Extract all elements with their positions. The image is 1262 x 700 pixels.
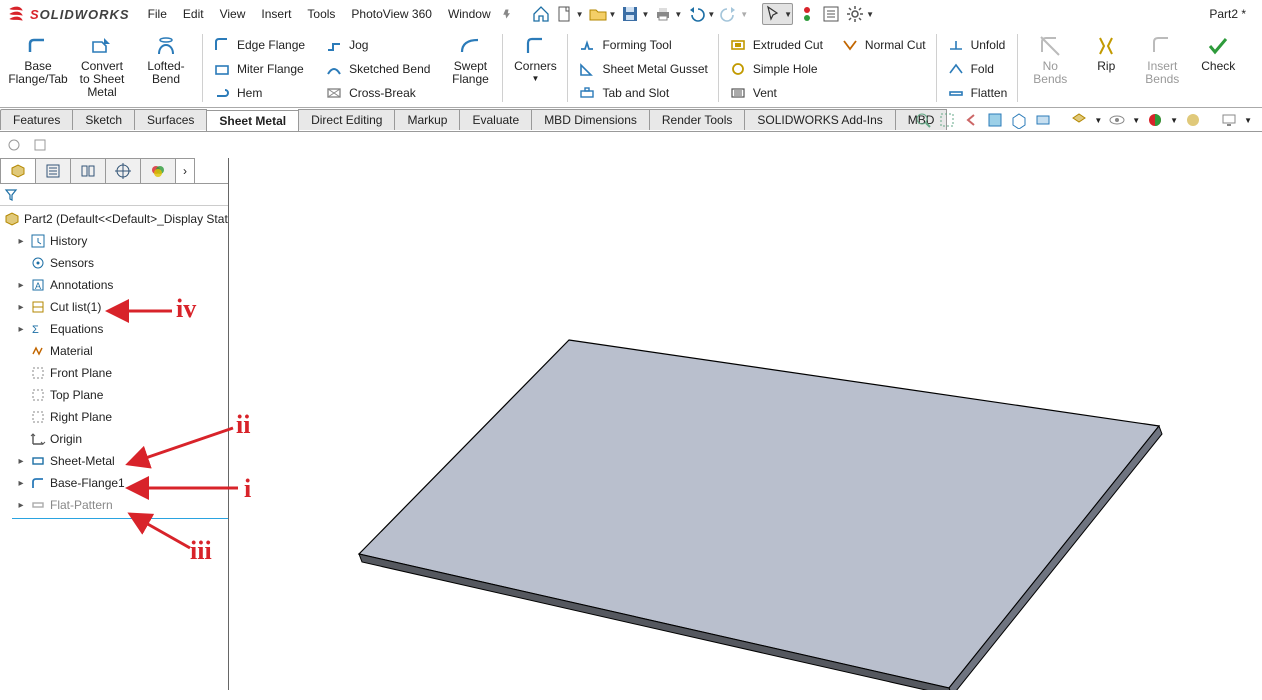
- flatten-button[interactable]: Flatten: [941, 82, 1014, 104]
- display-style-icon[interactable]: [1034, 111, 1052, 129]
- view-orientation-icon[interactable]: [1010, 111, 1028, 129]
- new-document-button[interactable]: ▼: [555, 4, 584, 24]
- traffic-light-icon[interactable]: [797, 4, 817, 24]
- unfold-button[interactable]: Unfold: [941, 34, 1014, 56]
- settings-button[interactable]: ▼: [845, 4, 874, 24]
- document-name: Part2 *: [1209, 7, 1256, 21]
- sketched-bend-button[interactable]: Sketched Bend: [319, 58, 436, 80]
- home-icon[interactable]: [531, 4, 551, 24]
- pin-icon[interactable]: [501, 8, 513, 20]
- menu-photoview360[interactable]: PhotoView 360: [351, 7, 432, 21]
- annotation-i: i: [244, 474, 251, 504]
- print-button[interactable]: ▼: [653, 4, 682, 24]
- eye-icon[interactable]: [1108, 111, 1126, 129]
- hide-show-icon[interactable]: [1070, 111, 1088, 129]
- menu-window[interactable]: Window: [448, 7, 491, 21]
- sheet-top-face: [359, 340, 1159, 688]
- scene-icon[interactable]: [1184, 111, 1202, 129]
- extruded-cut-button[interactable]: Extruded Cut: [723, 34, 829, 56]
- fold-button[interactable]: Fold: [941, 58, 1014, 80]
- annotation-arrows: [0, 0, 300, 700]
- insert-bends-button: Insert Bends: [1134, 32, 1190, 88]
- open-button[interactable]: ▼: [588, 4, 617, 24]
- no-bends-button: No Bends: [1022, 32, 1078, 88]
- appearance-icon[interactable]: [1146, 111, 1164, 129]
- check-button[interactable]: Check: [1190, 32, 1246, 75]
- redo-button[interactable]: ▼: [719, 4, 748, 24]
- sheet-metal-gusset-button[interactable]: Sheet Metal Gusset: [572, 58, 713, 80]
- tab-and-slot-button[interactable]: Tab and Slot: [572, 82, 713, 104]
- zoom-fit-icon[interactable]: [914, 111, 932, 129]
- rip-button[interactable]: Rip: [1078, 32, 1134, 75]
- zoom-area-icon[interactable]: [938, 111, 956, 129]
- swept-flange-button[interactable]: Swept Flange: [442, 32, 498, 88]
- save-button[interactable]: ▼: [620, 4, 649, 24]
- quick-access-toolbar: ▼ ▼ ▼ ▼ ▼ ▼ ▼ ▼: [531, 3, 874, 25]
- menu-tools[interactable]: Tools: [307, 7, 335, 21]
- simple-hole-button[interactable]: Simple Hole: [723, 58, 829, 80]
- previous-view-icon[interactable]: [962, 111, 980, 129]
- annotation-ii: ii: [236, 410, 250, 440]
- forming-tool-button[interactable]: Forming Tool: [572, 34, 713, 56]
- select-tool-button[interactable]: ▼: [762, 3, 793, 25]
- annotation-iv: iv: [176, 294, 196, 324]
- section-view-icon[interactable]: [986, 111, 1004, 129]
- undo-button[interactable]: ▼: [686, 4, 715, 24]
- graphics-viewport[interactable]: [229, 158, 1262, 690]
- monitor-icon[interactable]: [1220, 111, 1238, 129]
- model-view-svg: [229, 158, 1262, 690]
- cross-break-button[interactable]: Cross-Break: [319, 82, 436, 104]
- annotation-iii: iii: [190, 536, 212, 566]
- corners-button[interactable]: Corners▼: [507, 32, 563, 86]
- options-list-icon[interactable]: [821, 4, 841, 24]
- normal-cut-button[interactable]: Normal Cut: [835, 34, 932, 56]
- jog-button[interactable]: Jog: [319, 34, 436, 56]
- vent-button[interactable]: Vent: [723, 82, 829, 104]
